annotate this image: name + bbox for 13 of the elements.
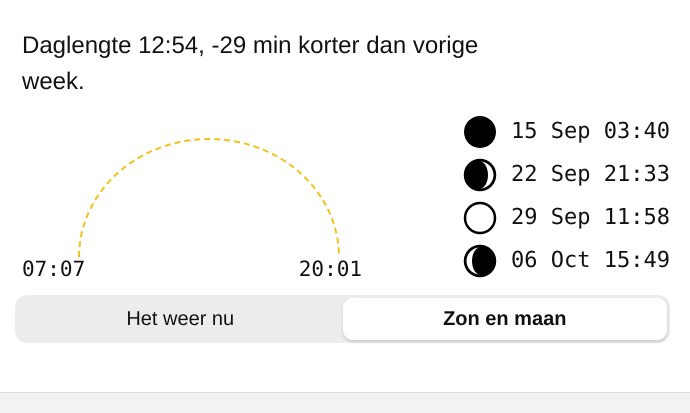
last-quarter-moon-icon [463, 244, 498, 278]
segment-tab[interactable]: Zon en maan [342, 298, 667, 340]
sunrise-time: 07:07 [22, 256, 86, 283]
full-moon-icon [463, 200, 498, 234]
daylength-summary: Daglengte 12:54, -29 min korter dan vorige week. [22, 31, 480, 97]
sunset-time: 20:01 [298, 256, 362, 283]
segment-tab[interactable]: Het weer nu [18, 298, 342, 340]
first-quarter-moon-icon [463, 158, 498, 192]
moon-phase-date: 29 Sep 11:58 [511, 204, 670, 232]
moon-phase-date: 22 Sep 21:33 [511, 161, 670, 189]
new-moon-icon [463, 114, 498, 148]
moon-phase-date: 06 Oct 15:49 [511, 247, 670, 275]
moon-phase-date: 15 Sep 03:40 [511, 118, 670, 146]
